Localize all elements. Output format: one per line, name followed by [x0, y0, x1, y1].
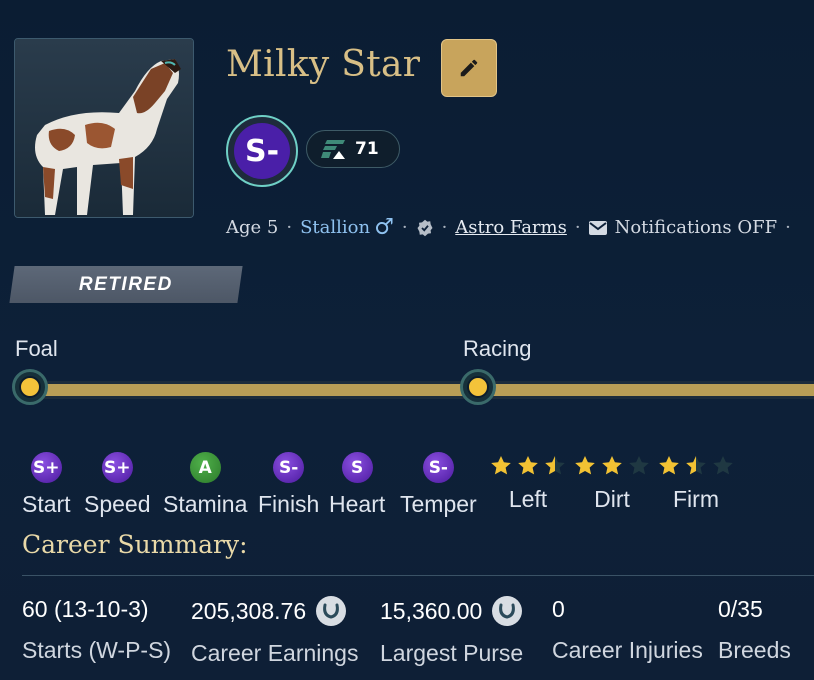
stat-value: 0: [552, 596, 565, 622]
attribute-label: Speed: [84, 491, 151, 517]
overall-grade-badge: S-: [226, 115, 298, 187]
star-icon: [602, 456, 622, 475]
rating-value: 71: [355, 139, 379, 159]
timeline-track: [28, 381, 814, 399]
stat-label: Starts (W-P-S): [22, 637, 172, 663]
star-rating: [572, 454, 652, 478]
star-icon: [575, 456, 595, 475]
gender-link[interactable]: Stallion: [300, 217, 370, 238]
horse-meta-row: Age 5 · Stallion ♂ · · Astro Farms · Not…: [226, 215, 799, 240]
career-summary-title: Career Summary:: [22, 530, 248, 559]
star-icon: [491, 456, 511, 475]
separator: ·: [401, 217, 408, 238]
timeline-node-foal: [12, 369, 48, 405]
stat-value: 205,308.76: [191, 597, 307, 624]
farm-link[interactable]: Astro Farms: [455, 217, 567, 238]
attribute-heart: S Heart: [329, 452, 385, 518]
separator: ·: [574, 217, 581, 238]
timeline-stage-racing: Racing: [463, 336, 532, 361]
surface-firm: Firm: [656, 454, 736, 513]
star-icon: [659, 456, 679, 475]
attribute-stamina: A Stamina: [163, 452, 247, 518]
attribute-label: Heart: [329, 491, 386, 517]
horse-portrait: [14, 38, 194, 218]
pencil-icon: [460, 59, 478, 77]
separator: ·: [286, 217, 293, 238]
star-rating: [488, 454, 568, 478]
timeline-stage-foal: Foal: [15, 336, 58, 361]
stat-breeds: 0/35 Breeds: [718, 596, 791, 664]
stat-career-earnings: 205,308.76 Career Earnings: [191, 596, 358, 667]
stat-largest-purse: 15,360.00 Largest Purse: [380, 596, 523, 667]
star-icon: [629, 456, 649, 475]
rating-pill: 71: [306, 130, 400, 168]
horse-image: [15, 39, 193, 217]
stat-label: Career Earnings: [191, 640, 359, 666]
stat-label: Largest Purse: [380, 640, 524, 666]
surface-label: Firm: [673, 486, 719, 512]
surface-dirt: Dirt: [572, 454, 652, 513]
mail-icon: [588, 220, 607, 235]
status-text: RETIRED: [79, 273, 173, 295]
separator: ·: [785, 217, 791, 238]
attribute-label: Stamina: [163, 491, 248, 517]
star-icon: [518, 456, 538, 475]
notifications-toggle[interactable]: Notifications OFF: [615, 217, 778, 238]
attribute-speed: S+ Speed: [84, 452, 151, 518]
attribute-temper: S- Temper: [400, 452, 477, 518]
attribute-label: Finish: [258, 491, 320, 517]
male-icon: ♂: [374, 215, 394, 240]
grade-chip: S+: [30, 452, 62, 483]
stat-career-injuries: 0 Career Injuries: [552, 596, 703, 664]
rating-icon: [321, 140, 345, 159]
timeline-node-racing: [460, 369, 496, 405]
stat-value: 0/35: [718, 596, 763, 622]
currency-icon: [316, 596, 347, 626]
verified-icon: [417, 219, 433, 236]
stat-starts: 60 (13-10-3) Starts (W-P-S): [22, 596, 171, 664]
grade-chip: S: [341, 452, 373, 483]
star-icon: [686, 456, 706, 475]
grade-chip: S+: [101, 452, 133, 483]
surface-label: Left: [508, 486, 548, 512]
divider: [22, 575, 814, 576]
horse-name: Milky Star: [226, 44, 421, 85]
stat-label: Career Injuries: [552, 637, 703, 663]
attribute-label: Temper: [400, 491, 477, 517]
stat-value: 15,360.00: [380, 597, 483, 624]
age-text: Age 5: [226, 217, 279, 238]
stat-value: 60 (13-10-3): [22, 596, 149, 622]
grade-chip: S-: [422, 452, 454, 483]
grade-chip: A: [189, 452, 221, 483]
separator: ·: [441, 217, 448, 238]
star-icon: [545, 456, 565, 475]
stat-label: Breeds: [718, 637, 791, 663]
attribute-label: Start: [22, 491, 71, 517]
status-badge: RETIRED: [9, 266, 243, 303]
currency-icon: [492, 596, 523, 626]
grade-chip: S-: [273, 452, 305, 483]
surface-label: Dirt: [594, 486, 630, 512]
star-rating: [656, 454, 736, 478]
surface-left: Left: [488, 454, 568, 513]
overall-grade: S-: [234, 123, 290, 179]
attribute-finish: S- Finish: [258, 452, 319, 518]
star-icon: [713, 456, 733, 475]
attribute-start: S+ Start: [22, 452, 71, 518]
edit-name-button[interactable]: [441, 39, 497, 97]
